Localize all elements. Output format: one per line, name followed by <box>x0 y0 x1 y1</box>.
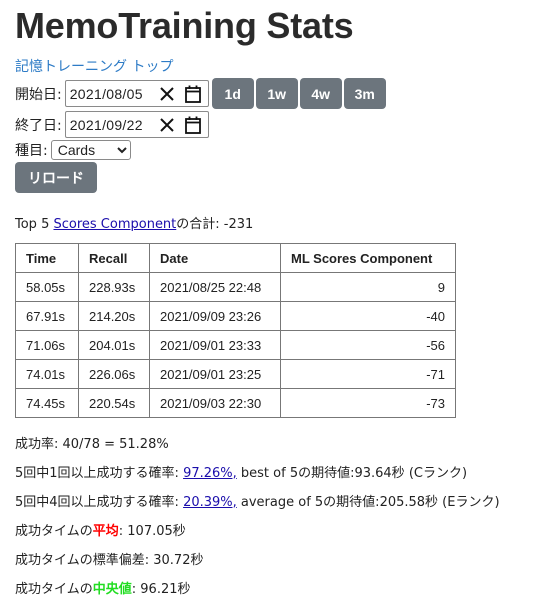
reload-button[interactable]: リロード <box>15 162 97 193</box>
start-date-row: 開始日: 2021/08/05 1d 1w 4w 3m <box>15 78 525 109</box>
cell-recall: 220.54s <box>78 388 150 418</box>
end-date-field[interactable]: 2021/09/22 <box>64 111 209 138</box>
end-date-row: 終了日: 2021/09/22 <box>15 111 525 138</box>
type-label: 種目: <box>15 143 48 159</box>
cell-score: -40 <box>280 301 456 331</box>
cell-date: 2021/09/03 22:30 <box>149 388 281 418</box>
cell-time: 74.01s <box>15 359 79 389</box>
end-date-label: 終了日: <box>15 117 62 134</box>
header-ml-scores: ML Scores Component <box>280 243 456 273</box>
mean-suffix: : 107.05秒 <box>118 524 186 539</box>
summary-suffix: の合計: -231 <box>176 217 254 232</box>
mean-time-line: 成功タイムの平均: 107.05秒 <box>15 517 525 546</box>
range-1d-button[interactable]: 1d <box>211 78 254 109</box>
median-suffix: : 96.21秒 <box>131 582 191 597</box>
success-rate: 成功率: 40/78 = 51.28% <box>15 437 169 452</box>
table-row: 58.05s 228.93s 2021/08/25 22:48 9 <box>15 272 456 302</box>
cell-score: 9 <box>280 272 456 302</box>
cell-recall: 226.06s <box>78 359 150 389</box>
best5-suffix: best of 5の期待値:93.64秒 (Cランク) <box>236 466 468 481</box>
table-row: 74.45s 220.54s 2021/09/03 22:30 -73 <box>15 388 456 418</box>
type-select[interactable]: Cards <box>50 140 131 160</box>
median-time-line: 成功タイムの中央値: 96.21秒 <box>15 575 525 604</box>
avg5-probability-link[interactable]: 20.39%, <box>183 495 237 510</box>
summary-prefix: Top 5 <box>15 217 54 232</box>
cell-date: 2021/09/01 23:25 <box>149 359 281 389</box>
cell-recall: 228.93s <box>78 272 150 302</box>
range-4w-button[interactable]: 4w <box>299 78 342 109</box>
page-title: MemoTraining Stats <box>15 5 354 46</box>
start-date-value: 2021/08/05 <box>69 85 143 102</box>
calendar-icon[interactable] <box>182 116 204 134</box>
top-page-link[interactable]: 記憶トレーニング トップ <box>15 56 173 76</box>
table-row: 71.06s 204.01s 2021/09/01 23:33 -56 <box>15 330 456 360</box>
best5-prefix: 5回中1回以上成功する確率: <box>15 466 184 481</box>
cell-score: -73 <box>280 388 456 418</box>
mean-word: 平均 <box>92 524 119 539</box>
cell-recall: 204.01s <box>78 330 150 360</box>
start-date-label: 開始日: <box>15 86 62 103</box>
clear-icon[interactable] <box>156 86 178 101</box>
top5-summary: Top 5 Scores Componentの合計: -231 <box>15 213 525 232</box>
best5-probability-link[interactable]: 97.26%, <box>183 466 237 481</box>
cell-date: 2021/09/01 23:33 <box>149 330 281 360</box>
cell-time: 71.06s <box>15 330 79 360</box>
avg5-suffix: average of 5の期待値:205.58秒 (Eランク) <box>236 495 500 510</box>
cell-time: 58.05s <box>15 272 79 302</box>
cell-time: 74.45s <box>15 388 79 418</box>
cell-time: 67.91s <box>15 301 79 331</box>
cell-date: 2021/09/09 23:26 <box>149 301 281 331</box>
type-row: 種目: Cards <box>15 140 525 160</box>
stddev-line: 成功タイムの標準偏差: 30.72秒 <box>15 553 204 568</box>
header-time: Time <box>15 243 79 273</box>
average-of-5-line: 5回中4回以上成功する確率: 20.39%, average of 5の期待値:… <box>15 488 525 517</box>
table-header-row: Time Recall Date ML Scores Component <box>15 243 456 273</box>
header-recall: Recall <box>78 243 150 273</box>
table-row: 74.01s 226.06s 2021/09/01 23:25 -71 <box>15 359 456 389</box>
table-row: 67.91s 214.20s 2021/09/09 23:26 -40 <box>15 301 456 331</box>
header-date: Date <box>149 243 281 273</box>
cell-date: 2021/08/25 22:48 <box>149 272 281 302</box>
avg5-prefix: 5回中4回以上成功する確率: <box>15 495 184 510</box>
end-date-value: 2021/09/22 <box>69 116 143 133</box>
best-of-5-line: 5回中1回以上成功する確率: 97.26%, best of 5の期待値:93.… <box>15 459 525 488</box>
clear-icon[interactable] <box>156 117 178 132</box>
cell-recall: 214.20s <box>78 301 150 331</box>
calendar-icon[interactable] <box>182 85 204 103</box>
top5-table: Time Recall Date ML Scores Component 58.… <box>15 243 456 418</box>
range-1w-button[interactable]: 1w <box>255 78 298 109</box>
stats-section: 成功率: 40/78 = 51.28% 5回中1回以上成功する確率: 97.26… <box>15 430 525 604</box>
range-3m-button[interactable]: 3m <box>343 78 386 109</box>
scores-component-link[interactable]: Scores Component <box>53 217 176 232</box>
start-date-field[interactable]: 2021/08/05 <box>64 80 209 107</box>
median-prefix: 成功タイムの <box>15 582 93 597</box>
median-word: 中央値 <box>92 582 132 597</box>
cell-score: -71 <box>280 359 456 389</box>
mean-prefix: 成功タイムの <box>15 524 93 539</box>
cell-score: -56 <box>280 330 456 360</box>
